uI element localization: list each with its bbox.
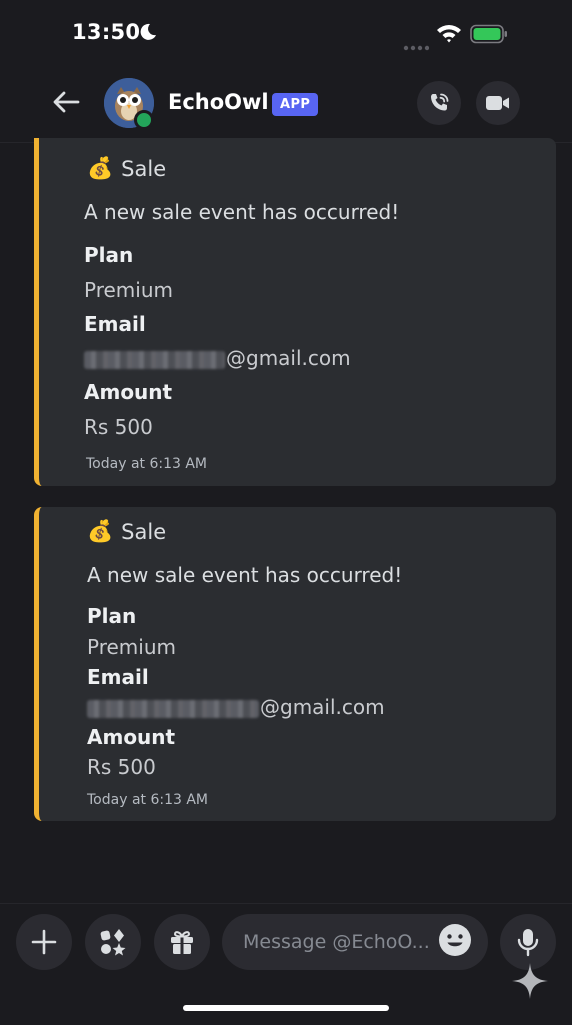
back-button[interactable] (48, 84, 84, 120)
back-arrow-icon (53, 91, 80, 113)
sparkle-icon (510, 961, 550, 1005)
signal-icon (403, 36, 430, 55)
status-time: 13:50 (72, 20, 141, 44)
battery-icon (470, 24, 508, 48)
home-indicator (183, 1005, 389, 1011)
sale-embed-card: 💰 Sale A new sale event has occurred! Pl… (34, 138, 556, 486)
field-name-email: Email (84, 312, 146, 336)
redacted-email-user (87, 699, 259, 718)
email-domain: @gmail.com (226, 346, 351, 370)
plus-icon (31, 929, 57, 955)
gift-icon (171, 931, 193, 954)
voice-call-button[interactable] (417, 81, 461, 125)
money-bag-icon: 💰 (87, 519, 114, 543)
embed-timestamp: Today at 6:13 AM (86, 456, 208, 472)
field-value-email: @gmail.com (87, 695, 385, 719)
field-value-amount: Rs 500 (87, 755, 156, 779)
money-bag-icon: 💰 (87, 156, 114, 180)
microphone-icon (517, 929, 539, 957)
embed-description: A new sale event has occurred! (87, 563, 403, 587)
wifi-icon (436, 23, 462, 47)
redacted-email-user (84, 350, 225, 369)
field-value-plan: Premium (84, 278, 173, 302)
embed-timestamp: Today at 6:13 AM (87, 792, 209, 808)
video-icon (486, 96, 509, 110)
online-status-dot (134, 110, 154, 130)
gift-button[interactable] (154, 914, 210, 970)
phone-icon (431, 93, 449, 111)
apps-button[interactable] (85, 914, 141, 970)
field-name-amount: Amount (87, 725, 176, 749)
field-name-plan: Plan (87, 604, 137, 628)
chat-header: EchoOwl APP (0, 66, 572, 143)
field-value-amount: Rs 500 (84, 415, 153, 439)
embed-description: A new sale event has occurred! (84, 200, 400, 224)
emoji-button[interactable] (437, 922, 473, 958)
chat-title: EchoOwl (168, 90, 269, 114)
field-value-plan: Premium (87, 635, 176, 659)
app-badge: APP (272, 93, 319, 116)
field-name-email: Email (87, 665, 149, 689)
embed-title: 💰 Sale (87, 156, 166, 181)
field-value-email: @gmail.com (84, 346, 351, 370)
emoji-icon (439, 924, 471, 956)
embed-title: 💰 Sale (87, 519, 166, 544)
apps-icon (100, 929, 126, 956)
embed-title-text: Sale (121, 156, 167, 181)
video-call-button[interactable] (476, 81, 520, 125)
add-attachment-button[interactable] (16, 914, 72, 970)
embed-title-text: Sale (121, 519, 167, 544)
field-name-amount: Amount (84, 380, 173, 404)
email-domain: @gmail.com (260, 695, 385, 719)
sale-embed-card: 💰 Sale A new sale event has occurred! Pl… (34, 507, 556, 821)
moon-icon (138, 22, 158, 46)
field-name-plan: Plan (84, 243, 134, 267)
status-bar: 13:50 (0, 0, 572, 66)
